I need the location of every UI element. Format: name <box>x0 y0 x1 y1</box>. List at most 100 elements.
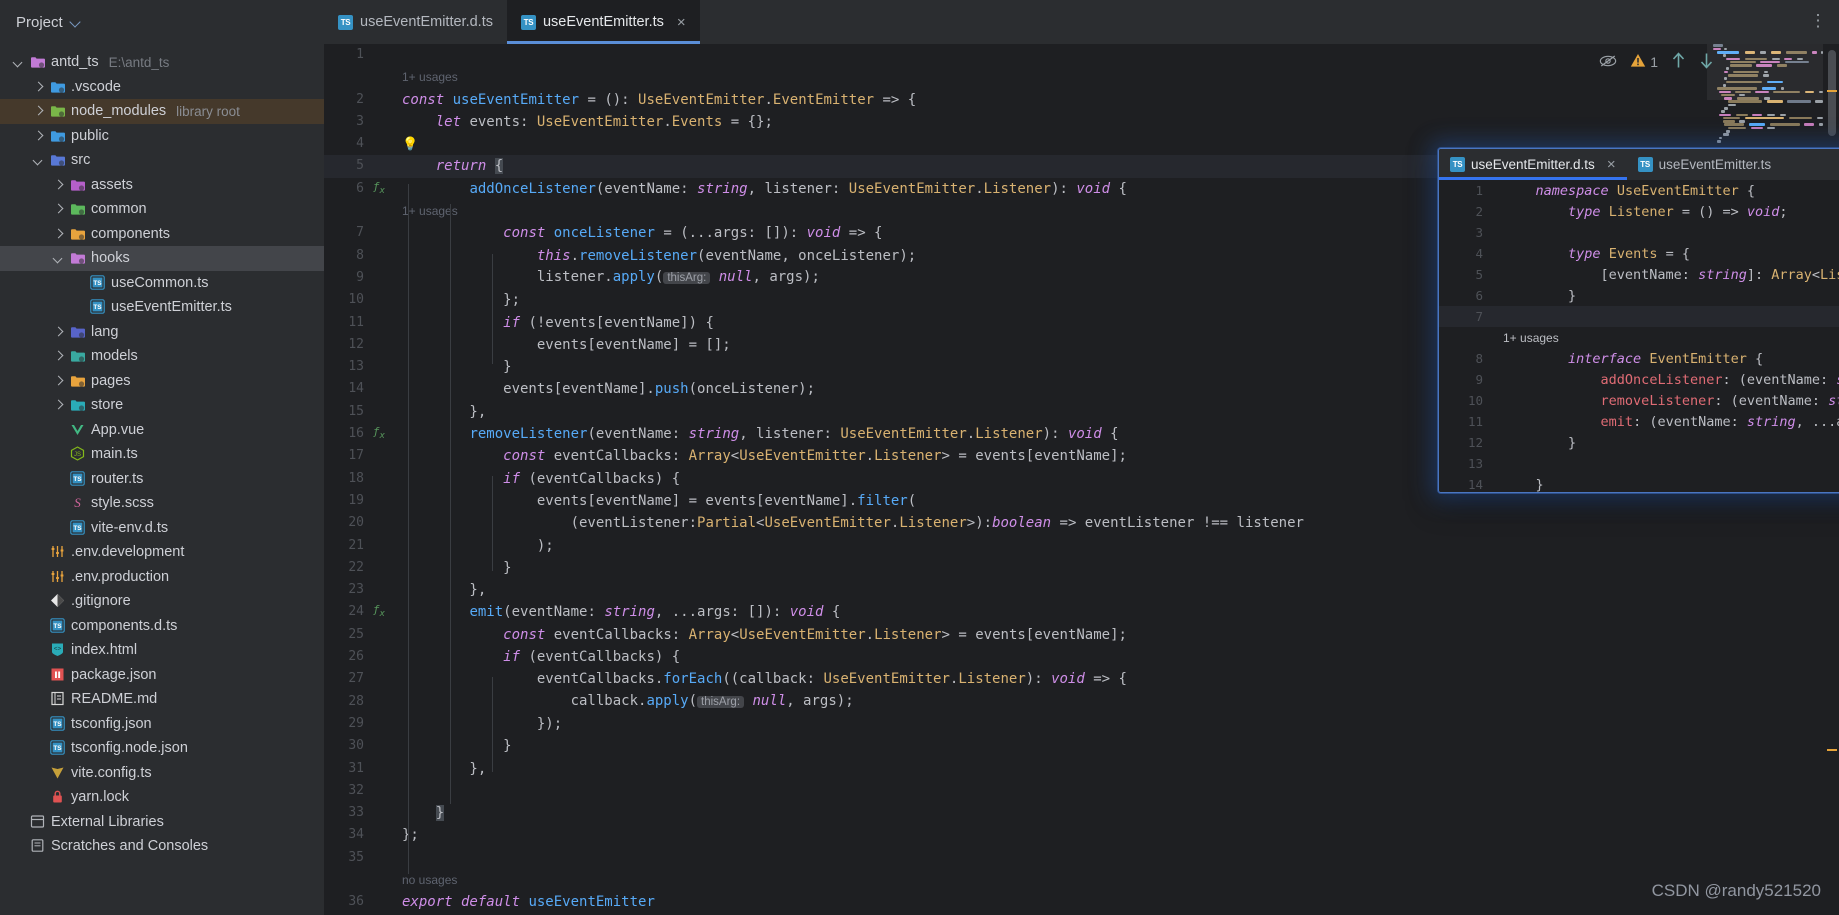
code-line[interactable]: 24 ƒx emit(eventName: string, ...args: []… <box>324 601 1839 623</box>
usage-hint[interactable]: 1+ usages <box>388 200 458 222</box>
code-text[interactable]: const onceListener = (...args: []): void… <box>388 222 882 244</box>
code-line[interactable]: 2 const useEventEmitter = (): UseEventEmi… <box>324 89 1839 111</box>
tree-item-store[interactable]: store <box>0 393 324 418</box>
code-text[interactable]: } <box>1491 435 1576 451</box>
project-tree[interactable]: antd_ts E:\antd_ts .vscode node_modules libr… <box>0 44 324 915</box>
warning-indicator[interactable]: 1 <box>1630 53 1658 71</box>
editor-tab-1[interactable]: TS useEventEmitter.ts × <box>506 0 700 44</box>
arrow-down-icon[interactable] <box>1699 52 1714 72</box>
code-text[interactable]: events[eventName] = []; <box>388 334 731 356</box>
code-line[interactable]: 23 }, <box>324 579 1839 601</box>
popup-code-line[interactable]: 12 } <box>1439 432 1839 453</box>
popup-code-line[interactable]: 3 <box>1439 222 1839 243</box>
gutter-marker[interactable]: ƒx <box>370 599 388 625</box>
code-line[interactable]: 27 eventCallbacks.forEach((callback: Use… <box>324 668 1839 690</box>
code-line[interactable]: 28 callback.apply(thisArg: null, args); <box>324 691 1839 713</box>
tree-item-package-json[interactable]: package.json <box>0 663 324 688</box>
popup-code-line[interactable]: 6 } <box>1439 285 1839 306</box>
close-icon[interactable]: × <box>1607 157 1616 172</box>
chevron-open-icon[interactable] <box>12 56 25 69</box>
code-text[interactable]: removeListener(eventName: string, listen… <box>388 423 1118 445</box>
chevron-open-icon[interactable] <box>32 154 45 167</box>
popup-code-line[interactable]: 9 addOnceListener: (eventName: string, l… <box>1439 369 1839 390</box>
code-text[interactable]: addOnceListener: (eventName: string, lis… <box>1491 372 1839 388</box>
code-text[interactable]: eventCallbacks.forEach((callback: UseEve… <box>388 668 1127 690</box>
tree-item-tsconfig-node-json[interactable]: TS tsconfig.node.json <box>0 736 324 761</box>
code-text[interactable]: } <box>388 802 445 824</box>
tree-item-vite-env-d-ts[interactable]: TS vite-env.d.ts <box>0 516 324 541</box>
code-text[interactable]: let events: UseEventEmitter.Events = {}; <box>388 111 773 133</box>
code-text[interactable]: if (eventCallbacks) { <box>388 646 680 668</box>
code-line[interactable]: 34}; <box>324 824 1839 846</box>
popup-code-line[interactable]: 10 removeListener: (eventName: string, l… <box>1439 390 1839 411</box>
tree-item-router-ts[interactable]: TS router.ts <box>0 467 324 492</box>
definition-preview-popup[interactable]: TS useEventEmitter.d.ts × TS useEventEmitter… <box>1438 148 1839 493</box>
tree-item-public[interactable]: public <box>0 124 324 149</box>
tree-item-assets[interactable]: assets <box>0 173 324 198</box>
code-text[interactable]: 💡 <box>388 133 418 156</box>
chevron-closed-icon[interactable] <box>32 129 45 142</box>
code-text[interactable]: events[eventName].push(onceListener); <box>388 378 815 400</box>
code-line[interactable]: 29 }); <box>324 713 1839 735</box>
code-line[interactable]: 3 let events: UseEventEmitter.Events = {… <box>324 111 1839 133</box>
tree-item-vite-config-ts[interactable]: vite.config.ts <box>0 761 324 786</box>
popup-code-line[interactable]: 13 <box>1439 453 1839 474</box>
code-line[interactable]: 35 <box>324 847 1839 869</box>
code-text[interactable]: return { <box>388 155 504 177</box>
chevron-closed-icon[interactable] <box>52 227 65 240</box>
chevron-closed-icon[interactable] <box>52 325 65 338</box>
gutter-marker[interactable]: ƒx <box>370 421 388 447</box>
code-text[interactable]: [eventName: string]: Array<Listener>; <box>1491 267 1839 283</box>
code-text[interactable]: }, <box>388 758 486 780</box>
tree-item-yarn-lock[interactable]: yarn.lock <box>0 785 324 810</box>
code-text[interactable]: listener.apply(thisArg: null, args); <box>388 266 820 289</box>
code-line[interactable]: 25 const eventCallbacks: Array<UseEventE… <box>324 624 1839 646</box>
chevron-closed-icon[interactable] <box>52 399 65 412</box>
code-line[interactable]: 32 <box>324 780 1839 802</box>
chevron-closed-icon[interactable] <box>52 350 65 363</box>
gutter-marker[interactable]: ƒx <box>370 176 388 202</box>
code-line[interactable]: 36 export default useEventEmitter <box>324 891 1839 913</box>
popup-code-line[interactable]: 11 emit: (eventName: string, ...args: Ar… <box>1439 411 1839 432</box>
scrollbar-warning-tick[interactable] <box>1827 749 1837 751</box>
code-text[interactable]: type Listener = () => void; <box>1491 204 1788 220</box>
code-text[interactable]: events[eventName] = events[eventName].fi… <box>388 490 916 512</box>
popup-code-line[interactable]: 5 [eventName: string]: Array<Listener>; <box>1439 264 1839 285</box>
usage-hint[interactable]: 1+ usages <box>1491 331 1559 345</box>
chevron-closed-icon[interactable] <box>52 203 65 216</box>
code-text[interactable]: const useEventEmitter = (): UseEventEmit… <box>388 89 916 111</box>
code-line[interactable]: 19 events[eventName] = events[eventName]… <box>324 490 1839 512</box>
tree-item-scratches-and-consoles[interactable]: Scratches and Consoles <box>0 834 324 859</box>
tree-item-index-html[interactable]: <> index.html <box>0 638 324 663</box>
chevron-closed-icon[interactable] <box>32 80 45 93</box>
usage-hint[interactable]: 1+ usages <box>388 66 458 88</box>
code-editor[interactable]: 1 1+ usages 2 const useEventEmitter = (): U… <box>324 44 1839 915</box>
tree-item--env-development[interactable]: .env.development <box>0 540 324 565</box>
tree-item-main-ts[interactable]: JS main.ts <box>0 442 324 467</box>
tree-item-external-libraries[interactable]: External Libraries <box>0 810 324 835</box>
editor-tab-0[interactable]: TS useEventEmitter.d.ts <box>324 0 507 44</box>
tree-item-pages[interactable]: pages <box>0 369 324 394</box>
code-line[interactable]: 33 } <box>324 802 1839 824</box>
tree-item-tsconfig-json[interactable]: TS tsconfig.json <box>0 712 324 737</box>
popup-code-line[interactable]: 8 interface EventEmitter { <box>1439 348 1839 369</box>
close-icon[interactable]: × <box>677 15 686 30</box>
code-line[interactable]: 21 ); <box>324 535 1839 557</box>
code-line[interactable]: 20 (eventListener:Partial<UseEventEmitte… <box>324 512 1839 534</box>
code-text[interactable]: if (eventCallbacks) { <box>388 468 680 490</box>
tree-item-hooks[interactable]: hooks <box>0 246 324 271</box>
tree-item-app-vue[interactable]: App.vue <box>0 418 324 443</box>
code-text[interactable]: } <box>1491 288 1576 304</box>
code-text[interactable]: addOnceListener(eventName: string, liste… <box>388 178 1127 200</box>
tree-item-usecommon-ts[interactable]: TS useCommon.ts <box>0 271 324 296</box>
code-text[interactable]: export default useEventEmitter <box>388 891 655 913</box>
project-tool-window-header[interactable]: Project <box>0 0 324 44</box>
tree-item--gitignore[interactable]: .gitignore <box>0 589 324 614</box>
popup-code-area[interactable]: 1 namespace UseEventEmitter {2 type List… <box>1439 180 1839 492</box>
tree-item-components-d-ts[interactable]: TS components.d.ts <box>0 614 324 639</box>
tree-item-src[interactable]: src <box>0 148 324 173</box>
tree-item-readme-md[interactable]: README.md <box>0 687 324 712</box>
popup-code-line[interactable]: 1 namespace UseEventEmitter { <box>1439 180 1839 201</box>
usage-hint[interactable]: no usages <box>388 869 457 891</box>
minimap-viewport[interactable] <box>1707 44 1823 100</box>
